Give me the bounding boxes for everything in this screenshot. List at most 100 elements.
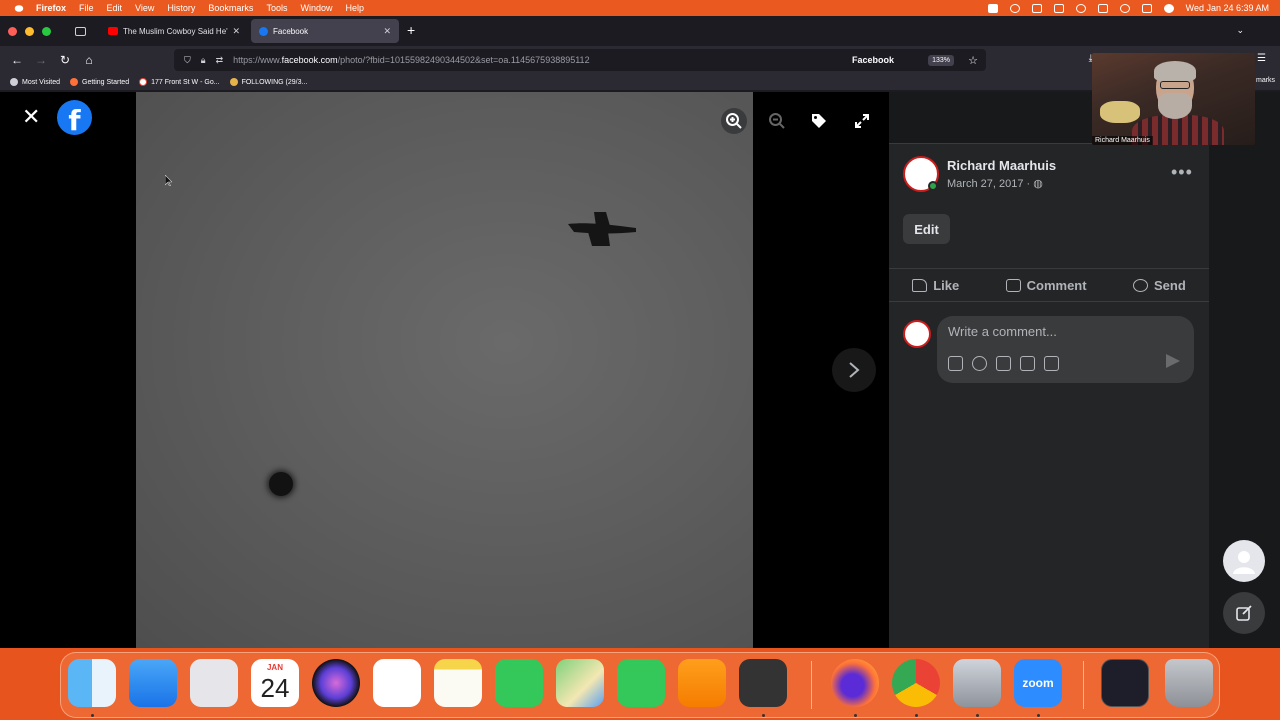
menu-help[interactable]: Help xyxy=(345,3,364,13)
edit-button[interactable]: Edit xyxy=(903,214,950,244)
messages-icon[interactable] xyxy=(495,659,543,707)
avatar-sticker-icon[interactable] xyxy=(948,356,963,371)
tag-photo-button[interactable] xyxy=(806,108,832,134)
menu-view[interactable]: View xyxy=(135,3,154,13)
downloads-stack-icon[interactable] xyxy=(953,659,1001,707)
back-button[interactable]: ← xyxy=(10,53,24,67)
send-comment-icon[interactable] xyxy=(1166,354,1180,368)
menu-tools[interactable]: Tools xyxy=(266,3,287,13)
reminders-icon[interactable] xyxy=(373,659,421,707)
tab-youtube[interactable]: The Muslim Cowboy Said He'll B ✕ xyxy=(100,19,248,43)
author-name[interactable]: Richard Maarhuis xyxy=(947,158,1056,173)
menu-edit[interactable]: Edit xyxy=(107,3,123,13)
menu-clock[interactable]: Wed Jan 24 6:39 AM xyxy=(1186,3,1269,13)
post-details-panel: Richard Maarhuis March 27, 2017 · ◍ ••• … xyxy=(889,92,1209,648)
menu-window[interactable]: Window xyxy=(300,3,332,13)
notes-icon[interactable] xyxy=(434,659,482,707)
comment-button[interactable]: Comment xyxy=(1005,277,1087,293)
home-button[interactable]: ⌂ xyxy=(82,53,96,67)
bookmark-front-st[interactable]: 177 Front St W - Go... xyxy=(139,78,220,86)
next-photo-button[interactable] xyxy=(832,348,876,392)
facetime-icon[interactable] xyxy=(617,659,665,707)
apple-menu-icon[interactable] xyxy=(14,4,24,12)
gif-icon[interactable] xyxy=(1020,356,1035,371)
new-message-button[interactable] xyxy=(1223,592,1265,634)
url-text[interactable]: https://www.facebook.com/photo/?fbid=101… xyxy=(233,55,589,65)
bluetooth-icon[interactable] xyxy=(1075,3,1086,13)
display-status-icon[interactable] xyxy=(1031,3,1042,13)
post-date[interactable]: March 27, 2017 · ◍ xyxy=(947,177,1056,190)
running-indicator xyxy=(762,714,765,717)
trash-icon[interactable] xyxy=(1165,659,1213,707)
chrome-icon[interactable] xyxy=(892,659,940,707)
menu-file[interactable]: File xyxy=(79,3,94,13)
fullscreen-button[interactable] xyxy=(849,108,875,134)
permissions-icon[interactable]: ⇄ xyxy=(216,55,224,66)
control-center-icon[interactable] xyxy=(1141,3,1152,13)
gmail-status-icon[interactable] xyxy=(987,3,998,13)
wifi-off-icon[interactable] xyxy=(1097,3,1108,13)
list-all-tabs-icon[interactable]: ⌄ xyxy=(1236,25,1244,36)
lock-icon[interactable]: 🔒︎ xyxy=(201,55,206,66)
comment-label: Comment xyxy=(1026,277,1087,293)
siri-icon[interactable] xyxy=(1163,3,1174,13)
tab-facebook[interactable]: Facebook ✕ xyxy=(251,19,399,43)
menu-history[interactable]: History xyxy=(167,3,195,13)
tab-overview-icon[interactable] xyxy=(75,26,86,36)
maps-icon[interactable] xyxy=(556,659,604,707)
zoom-window-button[interactable] xyxy=(42,26,51,36)
tab-label: Facebook xyxy=(273,26,309,36)
calendar-icon[interactable]: JAN 24 xyxy=(251,659,299,707)
commenter-avatar[interactable] xyxy=(903,320,931,348)
zoom-level-badge[interactable]: 133% xyxy=(928,54,954,66)
menu-bookmarks[interactable]: Bookmarks xyxy=(208,3,253,13)
post-actions: Like Comment Send xyxy=(889,268,1209,302)
avatar[interactable] xyxy=(903,156,939,192)
online-status-icon xyxy=(928,181,938,191)
reload-button[interactable]: ↻ xyxy=(58,53,72,67)
keychain-access-icon[interactable] xyxy=(739,659,787,707)
volume-icon[interactable] xyxy=(1053,3,1064,13)
bookmark-following[interactable]: FOLLOWING (29/3... xyxy=(229,78,307,86)
minimize-window-button[interactable] xyxy=(25,26,34,36)
mail-icon[interactable] xyxy=(129,659,177,707)
launchpad-icon[interactable] xyxy=(190,659,238,707)
pages-icon[interactable] xyxy=(678,659,726,707)
sticker-icon[interactable] xyxy=(1044,356,1059,371)
forward-button[interactable]: → xyxy=(34,53,48,67)
send-button[interactable]: Send xyxy=(1132,278,1186,293)
menu-hamburger-icon[interactable]: ☰ xyxy=(1257,53,1266,64)
url-bar[interactable]: ⛉ 🔒︎ ⇄ https://www.facebook.com/photo/?f… xyxy=(174,49,986,71)
bookmarks-overflow-label[interactable]: marks xyxy=(1256,77,1275,84)
search-icon[interactable] xyxy=(1119,3,1130,13)
zoom-out-button[interactable] xyxy=(764,108,790,134)
bookmark-getting-started[interactable]: Getting Started xyxy=(70,78,129,86)
bookmark-star-icon[interactable]: ☆ xyxy=(968,54,978,67)
zoom-icon[interactable]: zoom xyxy=(1014,659,1062,707)
close-window-button[interactable] xyxy=(8,26,17,36)
post-date-text: March 27, 2017 · xyxy=(947,178,1034,190)
zoom-in-button[interactable] xyxy=(721,108,747,134)
like-button[interactable]: Like xyxy=(912,278,959,293)
close-tab-icon[interactable]: ✕ xyxy=(232,26,240,37)
siri-app-icon[interactable] xyxy=(312,659,360,707)
profile-button[interactable] xyxy=(1223,540,1265,582)
media-status-icon[interactable] xyxy=(1009,3,1020,13)
facebook-logo-icon[interactable]: f xyxy=(57,100,92,135)
mission-control-icon[interactable] xyxy=(1101,659,1149,707)
close-tab-icon[interactable]: ✕ xyxy=(383,26,391,37)
facebook-icon xyxy=(259,26,268,36)
tracking-shield-icon[interactable]: ⛉ xyxy=(184,55,191,66)
emoji-icon[interactable] xyxy=(972,356,987,371)
firefox-dock-icon[interactable] xyxy=(831,659,879,707)
camera-icon[interactable] xyxy=(996,356,1011,371)
more-options-icon[interactable]: ••• xyxy=(1171,162,1193,183)
new-tab-button[interactable]: + xyxy=(407,22,415,38)
finder-icon[interactable] xyxy=(68,659,116,707)
comment-input[interactable]: Write a comment... xyxy=(937,316,1194,383)
menu-app-name[interactable]: Firefox xyxy=(36,3,66,13)
google-icon xyxy=(139,78,148,86)
close-viewer-icon[interactable]: ✕ xyxy=(22,106,40,128)
bookmark-most-visited[interactable]: Most Visited xyxy=(10,78,60,86)
facebook-photo-viewer: ✕ f Richard Maarhuis March 27, 2017 · ◍ … xyxy=(0,92,1280,648)
